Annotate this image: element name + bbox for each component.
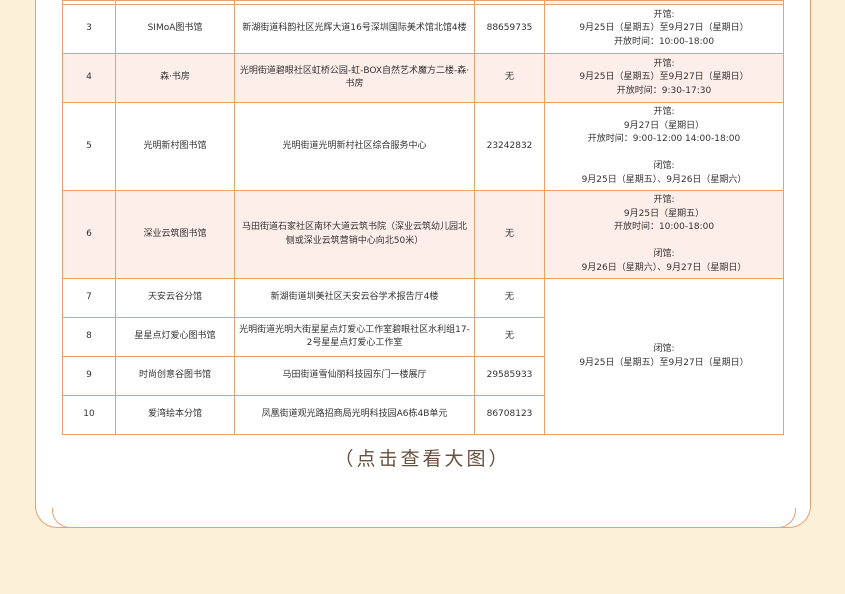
- cell-name: 深业云筑图书馆: [115, 190, 235, 279]
- cell-no: 5: [62, 102, 116, 191]
- table-row: 6 深业云筑图书馆 马田街道石家社区南环大道云筑书院（深业云筑幼儿园北侧或深业云…: [62, 190, 784, 279]
- cell-address: 光明街道碧眼社区虹桥公园-虹-BOX自然艺术魔方二楼-森·书房: [234, 53, 475, 103]
- view-large-image-link[interactable]: （点击查看大图）: [0, 444, 845, 471]
- cell-name: 爱湾绘本分馆: [115, 395, 235, 435]
- cell-hours: 开馆: 9月25日（星期五）至9月27日（星期日） 开放时间：10:00-18:…: [544, 4, 784, 54]
- cell-address: 光明街道光明新村社区综合服务中心: [234, 102, 475, 191]
- cell-phone: 无: [474, 190, 545, 279]
- cell-hours: 开馆: 9月27日（星期日） 开放时间：9:00-12:00 14:00-18:…: [544, 102, 784, 191]
- table-row: 7 天安云谷分馆 新湖街道圳美社区天安云谷学术报告厅4楼 无 闭馆: 9月25日…: [62, 278, 784, 435]
- cell-address: 马田街道雪仙丽科技园东门一楼展厅: [234, 356, 475, 396]
- cell-hours-merged: 闭馆: 9月25日（星期五）至9月27日（星期日）: [544, 278, 784, 435]
- cell-address: 新湖街道圳美社区天安云谷学术报告厅4楼: [234, 278, 475, 318]
- cell-no: 8: [62, 317, 116, 357]
- cell-phone: 86708123: [474, 395, 545, 435]
- cell-no: 9: [62, 356, 116, 396]
- cell-name: 天安云谷分馆: [115, 278, 235, 318]
- card-bottom-border: [52, 508, 796, 528]
- cell-phone: 无: [474, 317, 545, 357]
- cell-address: 马田街道石家社区南环大道云筑书院（深业云筑幼儿园北侧或深业云筑营销中心向北50米…: [234, 190, 475, 279]
- cell-phone: 29585933: [474, 356, 545, 396]
- cell-name: 光明新村图书馆: [115, 102, 235, 191]
- table-row: 5 光明新村图书馆 光明街道光明新村社区综合服务中心 23242832 开馆: …: [62, 102, 784, 191]
- cell-no: 10: [62, 395, 116, 435]
- cell-no: 4: [62, 53, 116, 103]
- table-row: 4 森·书房 光明街道碧眼社区虹桥公园-虹-BOX自然艺术魔方二楼-森·书房 无…: [62, 53, 784, 103]
- cell-phone: 无: [474, 53, 545, 103]
- cell-name: 星星点灯爱心图书馆: [115, 317, 235, 357]
- cell-no: 7: [62, 278, 116, 318]
- cell-no: 6: [62, 190, 116, 279]
- library-table-image[interactable]: 3 SIMoA图书馆 新湖街道科韵社区光辉大道16号深圳国际美术馆北馆4楼 88…: [62, 0, 784, 435]
- cell-no: 3: [62, 4, 116, 54]
- cell-phone: 无: [474, 278, 545, 318]
- cell-address: 凤凰街道观光路招商局光明科技园A6栋4B单元: [234, 395, 475, 435]
- cell-name: SIMoA图书馆: [115, 4, 235, 54]
- cell-phone: 88659735: [474, 4, 545, 54]
- library-table: 3 SIMoA图书馆 新湖街道科韵社区光辉大道16号深圳国际美术馆北馆4楼 88…: [62, 0, 784, 435]
- cell-name: 时尚创意谷图书馆: [115, 356, 235, 396]
- cell-phone: 23242832: [474, 102, 545, 191]
- cell-address: 光明街道光明大街星星点灯爱心工作室碧眼社区水利组17-2号星星点灯爱心工作室: [234, 317, 475, 357]
- cell-hours: 开馆: 9月25日（星期五）至9月27日（星期日） 开放时间：9:30-17:3…: [544, 53, 784, 103]
- cell-hours: 开馆: 9月25日（星期五） 开放时间：10:00-18:00 闭馆: 9月26…: [544, 190, 784, 279]
- table-row: 3 SIMoA图书馆 新湖街道科韵社区光辉大道16号深圳国际美术馆北馆4楼 88…: [62, 4, 784, 54]
- cell-address: 新湖街道科韵社区光辉大道16号深圳国际美术馆北馆4楼: [234, 4, 475, 54]
- cell-name: 森·书房: [115, 53, 235, 103]
